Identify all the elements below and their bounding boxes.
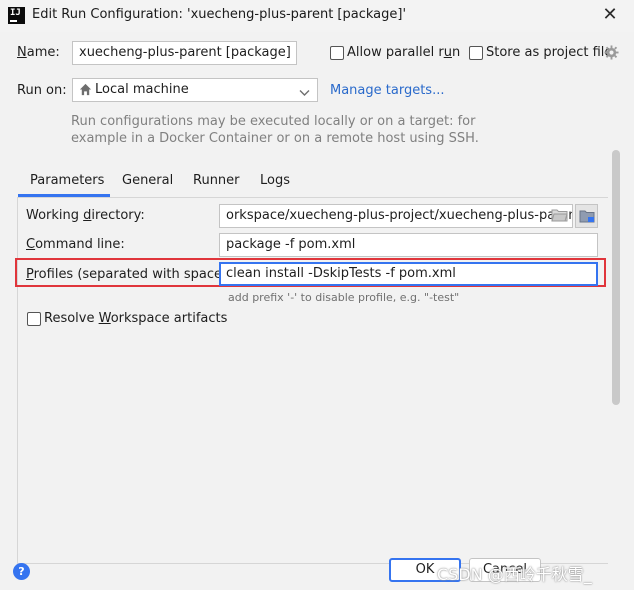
tab-runner[interactable]: Runner bbox=[193, 173, 240, 193]
resolve-workspace-artifacts-checkbox[interactable] bbox=[27, 312, 41, 326]
name-input[interactable]: xuecheng-plus-parent [package] bbox=[72, 41, 297, 65]
csdn-watermark: CSDN @西岭千秋雪_ bbox=[437, 565, 592, 584]
profiles-hint: add prefix '-' to disable profile, e.g. … bbox=[228, 291, 460, 304]
manage-targets-link[interactable]: Manage targets... bbox=[330, 83, 444, 98]
store-as-project-file-checkbox[interactable] bbox=[469, 46, 483, 60]
help-icon[interactable]: ? bbox=[13, 563, 30, 580]
run-on-value: Local machine bbox=[95, 82, 189, 97]
allow-parallel-run-checkbox[interactable] bbox=[330, 46, 344, 60]
name-label: Name: bbox=[17, 45, 60, 60]
working-directory-input[interactable]: orkspace/xuecheng-plus-project/xuecheng-… bbox=[219, 204, 573, 228]
command-line-label: Command line: bbox=[26, 237, 125, 252]
window-title: Edit Run Configuration: 'xuecheng-plus-p… bbox=[32, 7, 407, 22]
run-on-label: Run on: bbox=[17, 83, 67, 98]
tab-logs[interactable]: Logs bbox=[260, 173, 290, 193]
intellij-app-icon: IJ bbox=[8, 7, 25, 24]
resolve-workspace-artifacts-label: Resolve Workspace artifacts bbox=[44, 311, 228, 326]
tab-general[interactable]: General bbox=[122, 173, 173, 193]
store-as-project-file-label: Store as project file bbox=[486, 45, 613, 60]
insert-macro-icon bbox=[579, 210, 595, 223]
profiles-input[interactable]: clean install -DskipTests -f pom.xml bbox=[219, 262, 598, 286]
macro-button[interactable] bbox=[575, 204, 598, 228]
home-icon bbox=[79, 83, 92, 100]
command-line-input[interactable]: package -f pom.xml bbox=[219, 233, 598, 257]
working-directory-label: Working directory: bbox=[26, 208, 145, 223]
profiles-label: Profiles (separated with space): bbox=[26, 267, 232, 282]
folder-icon[interactable] bbox=[551, 208, 568, 226]
scrollbar-thumb[interactable] bbox=[612, 150, 620, 405]
chevron-down-icon bbox=[299, 86, 310, 101]
run-on-combobox[interactable]: Local machine bbox=[72, 78, 318, 102]
close-icon[interactable]: ✕ bbox=[600, 3, 620, 27]
gear-icon[interactable] bbox=[604, 45, 619, 60]
tab-parameters[interactable]: Parameters bbox=[30, 173, 104, 193]
run-on-hint-line-1: Run configurations may be executed local… bbox=[71, 114, 476, 129]
allow-parallel-run-label: Allow parallel run bbox=[347, 45, 461, 60]
run-on-hint-line-2: example in a Docker Container or on a re… bbox=[71, 131, 479, 146]
